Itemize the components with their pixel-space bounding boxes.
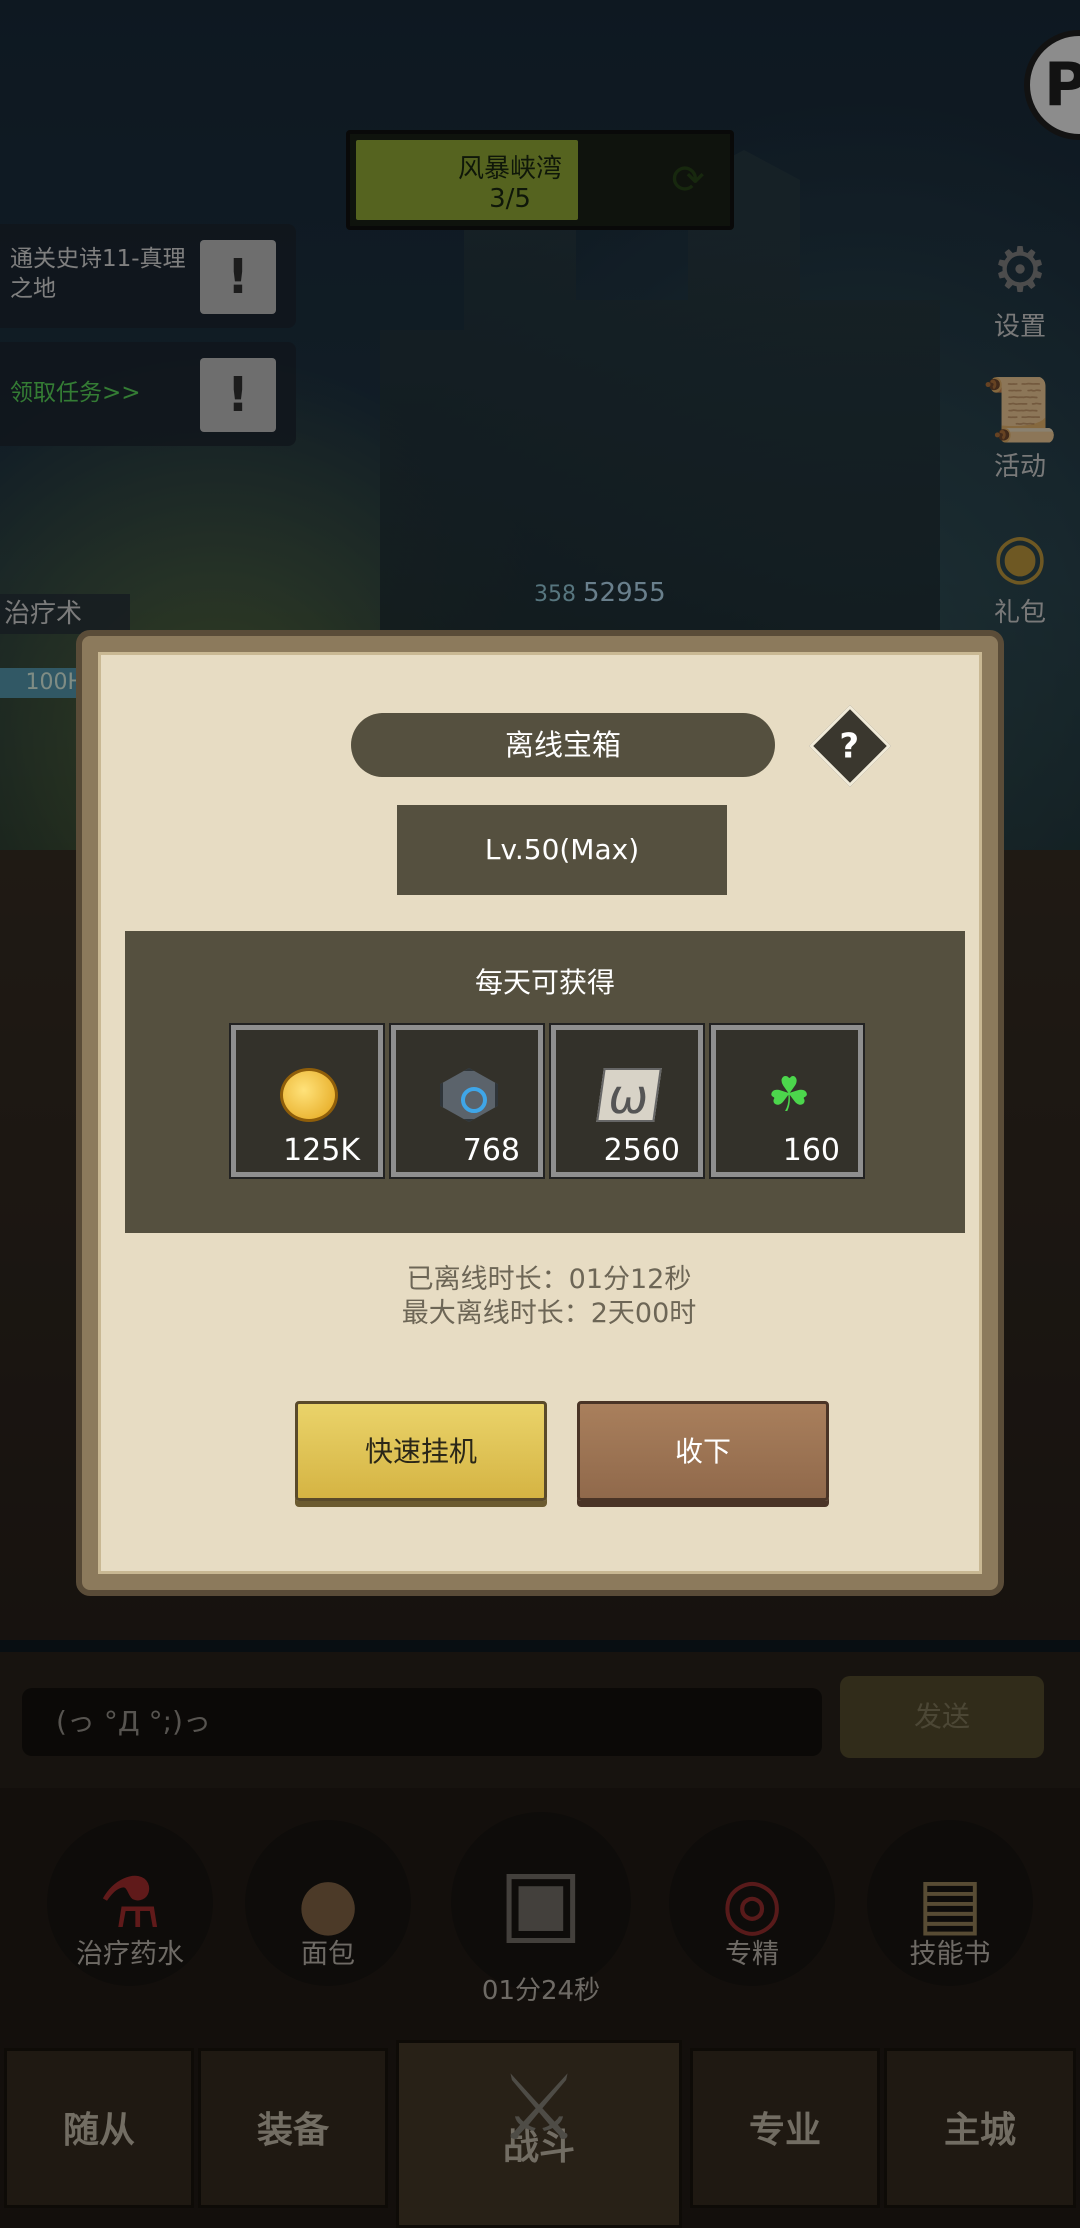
reward-slot[interactable]: 125K <box>229 1023 385 1179</box>
reward-slot[interactable]: ω 2560 <box>549 1023 705 1179</box>
offline-duration: 已离线时长：01分12秒 <box>406 1264 692 1295</box>
reward-slot[interactable]: 768 <box>389 1023 545 1179</box>
reward-value: 2560 <box>603 1133 680 1168</box>
dialog-body: 离线宝箱 ? Lv.50(Max) 每天可获得 125K 768 ω 2560 … <box>98 652 982 1574</box>
reward-value: 768 <box>462 1133 520 1168</box>
dialog-title: 离线宝箱 <box>351 713 775 777</box>
reward-title: 每天可获得 <box>474 966 615 999</box>
reward-value: 160 <box>782 1133 840 1168</box>
collect-button[interactable]: 收下 <box>577 1401 829 1501</box>
clover-icon: ☘ <box>767 1067 811 1123</box>
help-button[interactable]: ? <box>808 704 892 788</box>
reward-panel: 每天可获得 125K 768 ω 2560 ☘ 160 <box>125 931 965 1233</box>
quick-afk-button[interactable]: 快速挂机 <box>295 1401 547 1501</box>
question-icon: ? <box>839 726 860 767</box>
chest-level: Lv.50(Max) <box>397 805 727 895</box>
reward-slot[interactable]: ☘ 160 <box>709 1023 865 1179</box>
scroll-icon: ω <box>596 1068 662 1125</box>
offline-chest-dialog: 离线宝箱 ? Lv.50(Max) 每天可获得 125K 768 ω 2560 … <box>76 630 1004 1596</box>
gem-icon <box>440 1068 498 1122</box>
offline-info: 已离线时长：01分12秒 最大离线时长：2天00时 <box>101 1263 997 1331</box>
max-offline-duration: 最大离线时长：2天00时 <box>401 1298 697 1329</box>
gold-coin-icon <box>280 1068 338 1122</box>
reward-value: 125K <box>283 1133 360 1168</box>
